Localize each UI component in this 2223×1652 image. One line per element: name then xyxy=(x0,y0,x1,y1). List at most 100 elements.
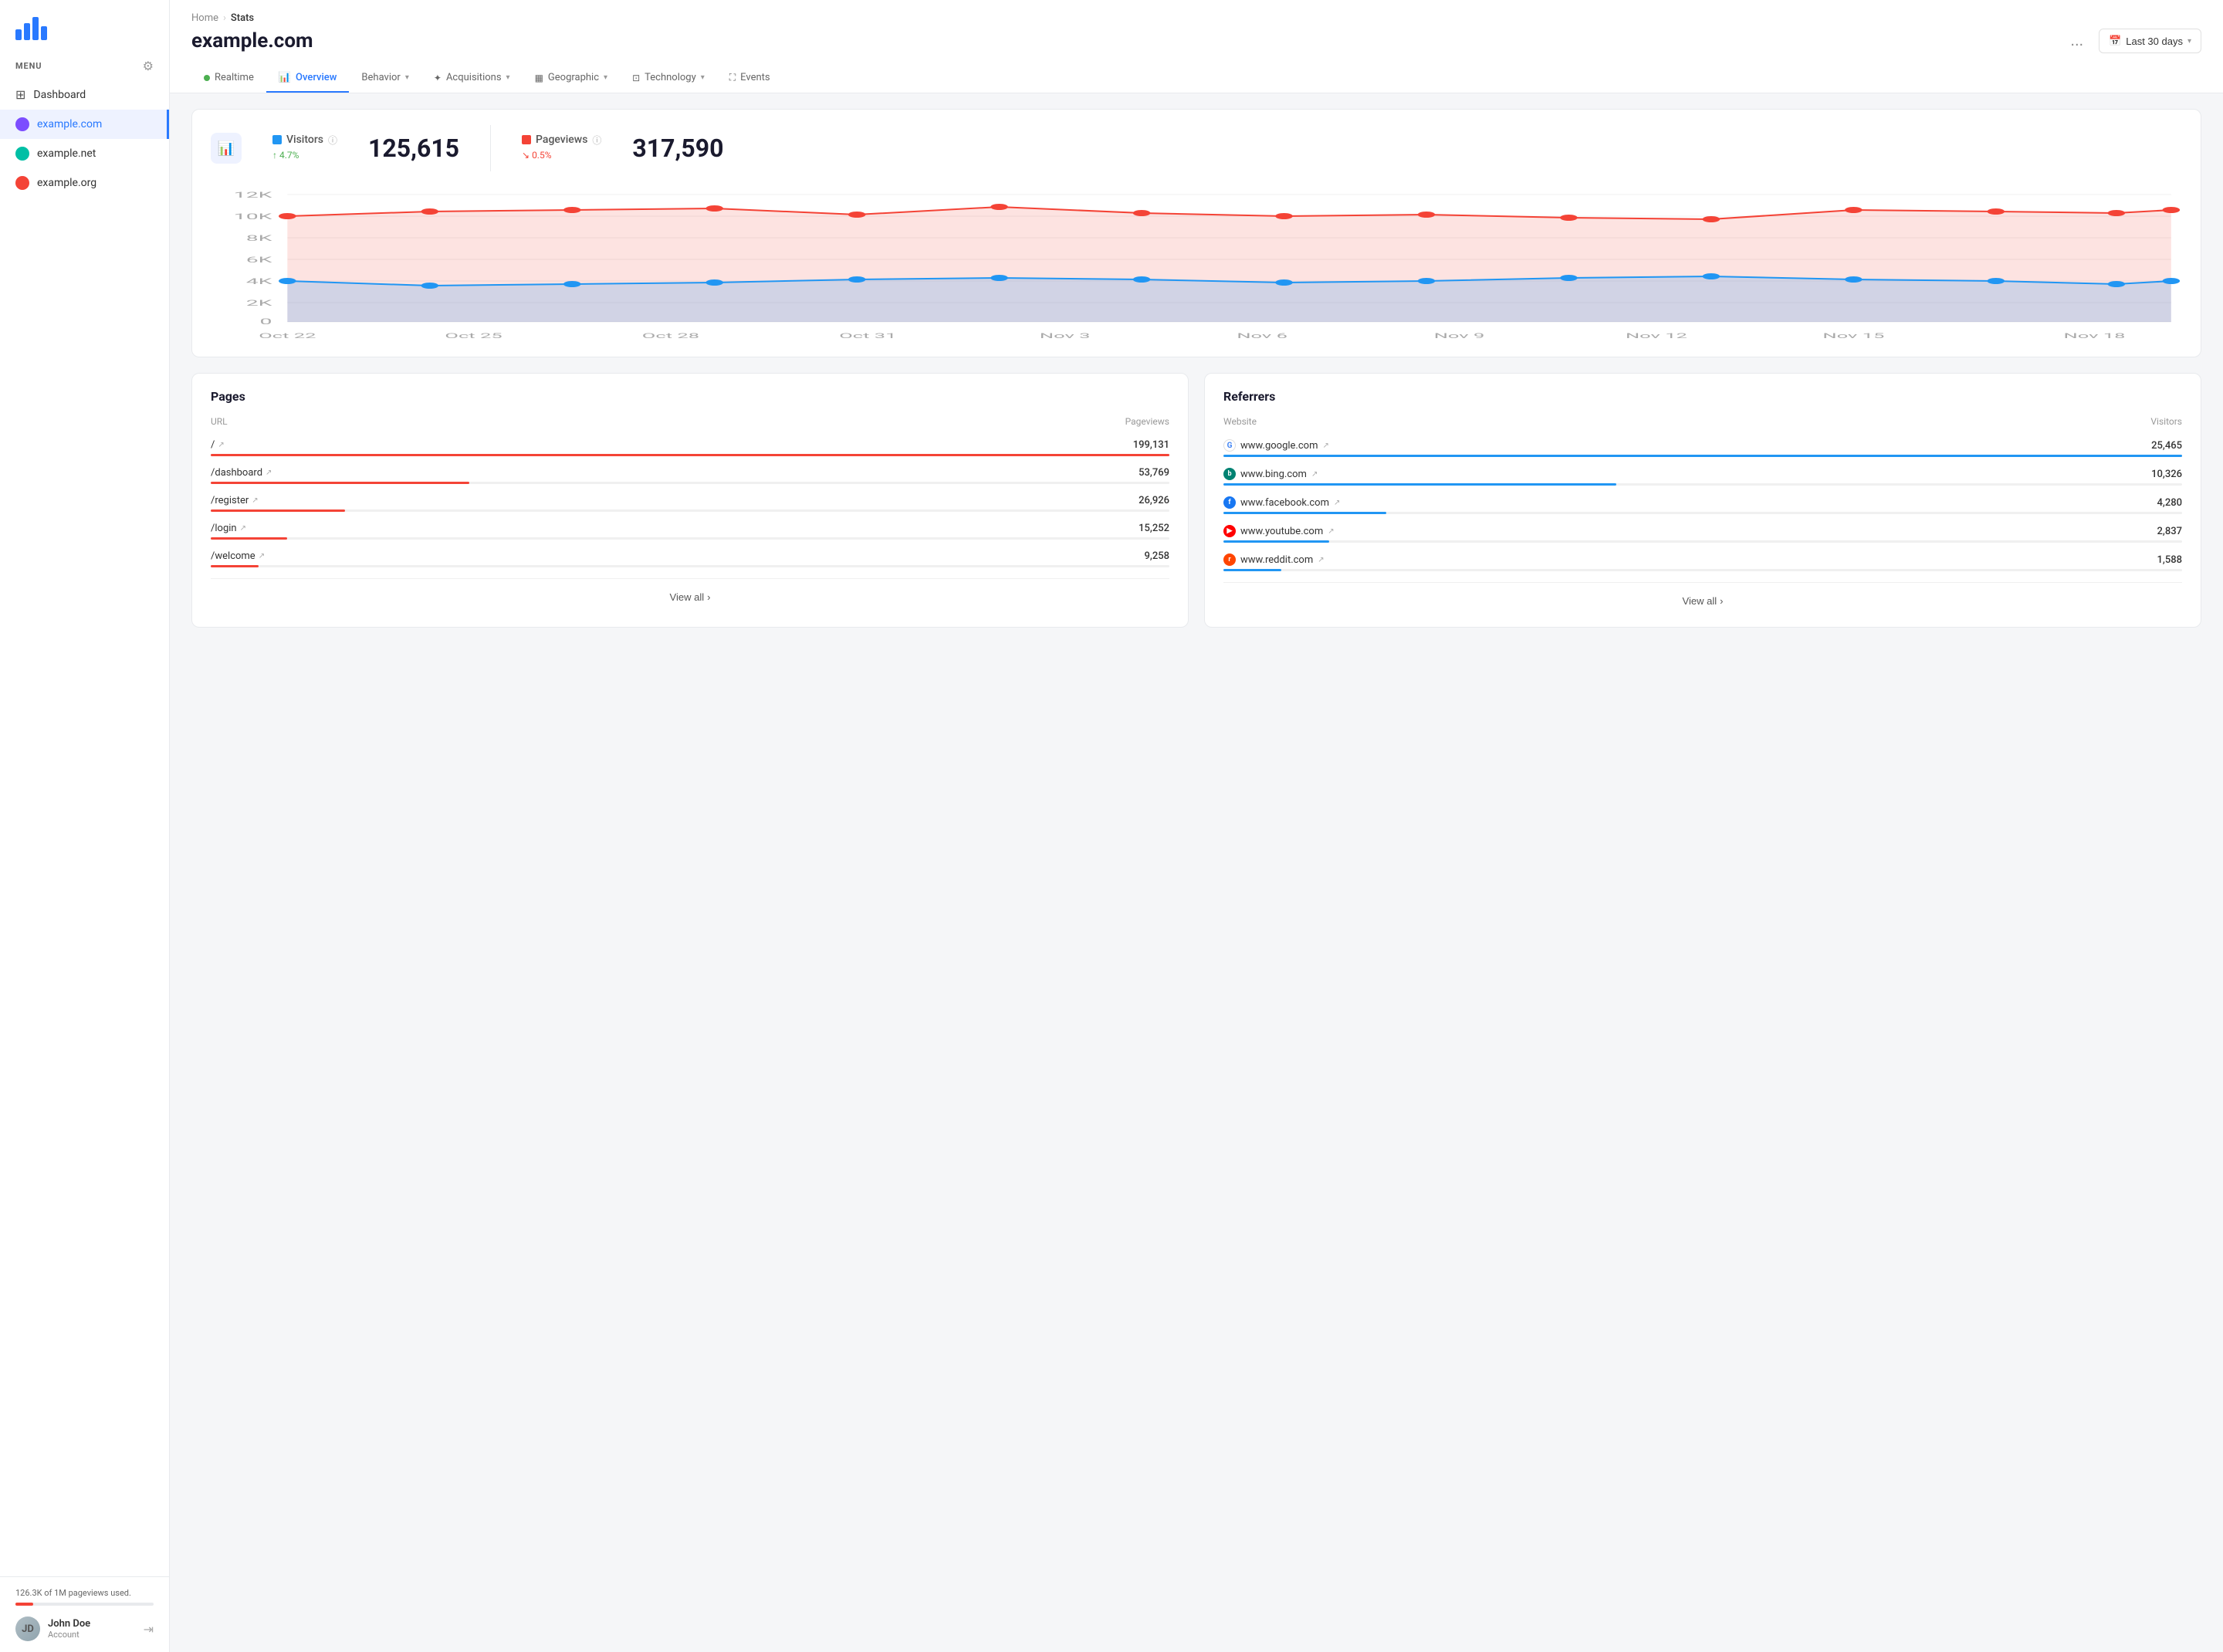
external-link-icon-2[interactable]: ↗ xyxy=(266,469,272,477)
page-row-5-top: /welcome ↗ 9,258 xyxy=(211,550,1169,562)
pages-view-all-row: View all › xyxy=(211,578,1169,608)
ref-youtube-link-icon[interactable]: ↗ xyxy=(1328,527,1334,536)
date-range-button[interactable]: 📅 Last 30 days ▾ xyxy=(2099,29,2201,53)
svg-text:Nov 18: Nov 18 xyxy=(2064,332,2126,340)
ref-row-reddit-top: r www.reddit.com ↗ 1,588 xyxy=(1223,553,2182,566)
svg-text:Nov 12: Nov 12 xyxy=(1626,332,1687,340)
tab-overview[interactable]: 📊 Overview xyxy=(266,64,350,93)
dashboard-label: Dashboard xyxy=(33,89,86,101)
logo-bar-1 xyxy=(15,29,22,40)
sidebar-footer: 126.3K of 1M pageviews used. JD John Doe… xyxy=(0,1576,169,1652)
svg-text:12K: 12K xyxy=(234,191,273,200)
referrers-col-website: Website xyxy=(1223,416,1257,427)
sidebar-item-example-net[interactable]: example.net xyxy=(0,139,169,168)
pageviews-dot xyxy=(1418,212,1436,218)
facebook-icon: f xyxy=(1223,496,1236,509)
visitors-change: ↑ 4.7% xyxy=(272,150,337,161)
date-range-label: Last 30 days xyxy=(2126,36,2183,47)
external-link-icon-4[interactable]: ↗ xyxy=(240,524,246,533)
sidebar-item-dashboard[interactable]: ⊞ Dashboard xyxy=(0,80,169,110)
ref-bing-val: 10,326 xyxy=(2151,469,2182,480)
ref-google-bar-fill xyxy=(1223,455,2182,457)
page-row-1-top: / ↗ 199,131 xyxy=(211,439,1169,451)
geographic-chevron-icon: ▾ xyxy=(604,73,607,82)
pages-view-all-button[interactable]: View all › xyxy=(661,587,720,608)
ref-youtube-bar-fill xyxy=(1223,540,1329,543)
ref-row-bing-top: b www.bing.com ↗ 10,326 xyxy=(1223,468,2182,480)
tab-behavior[interactable]: Behavior ▾ xyxy=(349,64,421,93)
ref-youtube-bar-bg xyxy=(1223,540,2182,543)
tab-overview-label: Overview xyxy=(296,72,337,83)
ref-row-google-top: G www.google.com ↗ 25,465 xyxy=(1223,439,2182,452)
tab-geographic-label: Geographic xyxy=(548,72,599,83)
referrers-view-all-button[interactable]: View all › xyxy=(1673,591,1733,611)
page-row-4-top: /login ↗ 15,252 xyxy=(211,523,1169,534)
page-bar-3-bg xyxy=(211,509,1169,512)
pageviews-info-icon: ⓘ xyxy=(592,134,601,147)
svg-text:Nov 3: Nov 3 xyxy=(1040,332,1091,340)
ref-google-link-icon[interactable]: ↗ xyxy=(1322,442,1328,450)
ref-facebook-val: 4,280 xyxy=(2157,497,2182,509)
external-link-icon-3[interactable]: ↗ xyxy=(252,496,258,505)
visitors-info-icon: ⓘ xyxy=(328,134,337,147)
bottom-panels: Pages URL Pageviews / ↗ 199,131 xyxy=(191,373,2201,628)
page-bar-3-fill xyxy=(211,509,345,512)
page-row-3-top: /register ↗ 26,926 xyxy=(211,495,1169,506)
behavior-chevron-icon: ▾ xyxy=(405,73,409,82)
svg-text:4K: 4K xyxy=(246,277,273,286)
logo-bar-2 xyxy=(24,23,30,40)
page-row-4-val: 15,252 xyxy=(1139,523,1169,534)
more-options-button[interactable]: ... xyxy=(2064,29,2089,53)
ref-facebook-site: f www.facebook.com ↗ xyxy=(1223,496,1340,509)
breadcrumb-home[interactable]: Home xyxy=(191,12,218,24)
logo-icon xyxy=(15,15,154,40)
sites-list: example.com example.net example.org xyxy=(0,110,169,1576)
geographic-icon: ▦ xyxy=(535,73,543,83)
svg-text:Nov 15: Nov 15 xyxy=(1822,332,1884,340)
breadcrumb: Home › Stats xyxy=(191,12,2201,24)
main-content: Home › Stats example.com ... 📅 Last 30 d… xyxy=(170,0,2223,1652)
page-bar-4-fill xyxy=(211,537,287,540)
external-link-icon-1[interactable]: ↗ xyxy=(218,441,224,449)
visitors-dot xyxy=(563,281,581,287)
svg-text:Oct 31: Oct 31 xyxy=(839,332,896,340)
ref-reddit-link-icon[interactable]: ↗ xyxy=(1318,556,1324,564)
ref-reddit-bar-fill xyxy=(1223,569,1281,571)
logout-icon[interactable]: ⇥ xyxy=(144,1622,154,1637)
pageviews-dot xyxy=(421,208,438,215)
ref-bing-link-icon[interactable]: ↗ xyxy=(1311,470,1318,479)
page-bar-5-fill xyxy=(211,565,259,567)
site-label-example-com: example.com xyxy=(37,118,102,130)
breadcrumb-separator: › xyxy=(223,12,226,24)
sidebar-item-example-org[interactable]: example.org xyxy=(0,168,169,198)
referrers-panel: Referrers Website Visitors G www.google.… xyxy=(1204,373,2201,628)
chart-svg: 12K 10K 8K 6K 4K 2K 0 xyxy=(211,187,2182,341)
tab-acquisitions[interactable]: ✦ Acquisitions ▾ xyxy=(421,64,523,93)
sidebar-item-example-com[interactable]: example.com xyxy=(0,110,169,139)
dashboard-icon: ⊞ xyxy=(15,87,25,102)
logo-bar-3 xyxy=(32,17,39,40)
logo-area xyxy=(0,0,169,48)
pageviews-dot xyxy=(2162,207,2180,213)
pageviews-dot xyxy=(705,205,723,212)
tab-realtime[interactable]: Realtime xyxy=(191,64,266,93)
ref-row-bing: b www.bing.com ↗ 10,326 xyxy=(1223,468,2182,486)
pageviews-label: Pageviews xyxy=(536,134,587,146)
page-row-5: /welcome ↗ 9,258 xyxy=(211,550,1169,567)
pages-col-headers: URL Pageviews xyxy=(211,416,1169,432)
pageviews-dot xyxy=(1133,210,1151,216)
tab-geographic[interactable]: ▦ Geographic ▾ xyxy=(523,64,621,93)
pages-col-url: URL xyxy=(211,416,228,427)
events-icon: ⛶ xyxy=(729,72,736,83)
settings-icon[interactable]: ⚙ xyxy=(143,59,154,73)
ref-row-youtube-top: ▶ www.youtube.com ↗ 2,837 xyxy=(1223,525,2182,537)
tab-technology[interactable]: ⊡ Technology ▾ xyxy=(620,64,717,93)
visitors-dot xyxy=(1987,278,2005,284)
page-row-1-val: 199,131 xyxy=(1133,439,1169,451)
tab-events[interactable]: ⛶ Events xyxy=(717,64,783,93)
external-link-icon-5[interactable]: ↗ xyxy=(259,552,265,560)
ref-facebook-link-icon[interactable]: ↗ xyxy=(1334,499,1340,507)
pageviews-dot xyxy=(1845,207,1863,213)
page-bar-5-bg xyxy=(211,565,1169,567)
chevron-right-icon-ref: › xyxy=(1720,595,1723,607)
